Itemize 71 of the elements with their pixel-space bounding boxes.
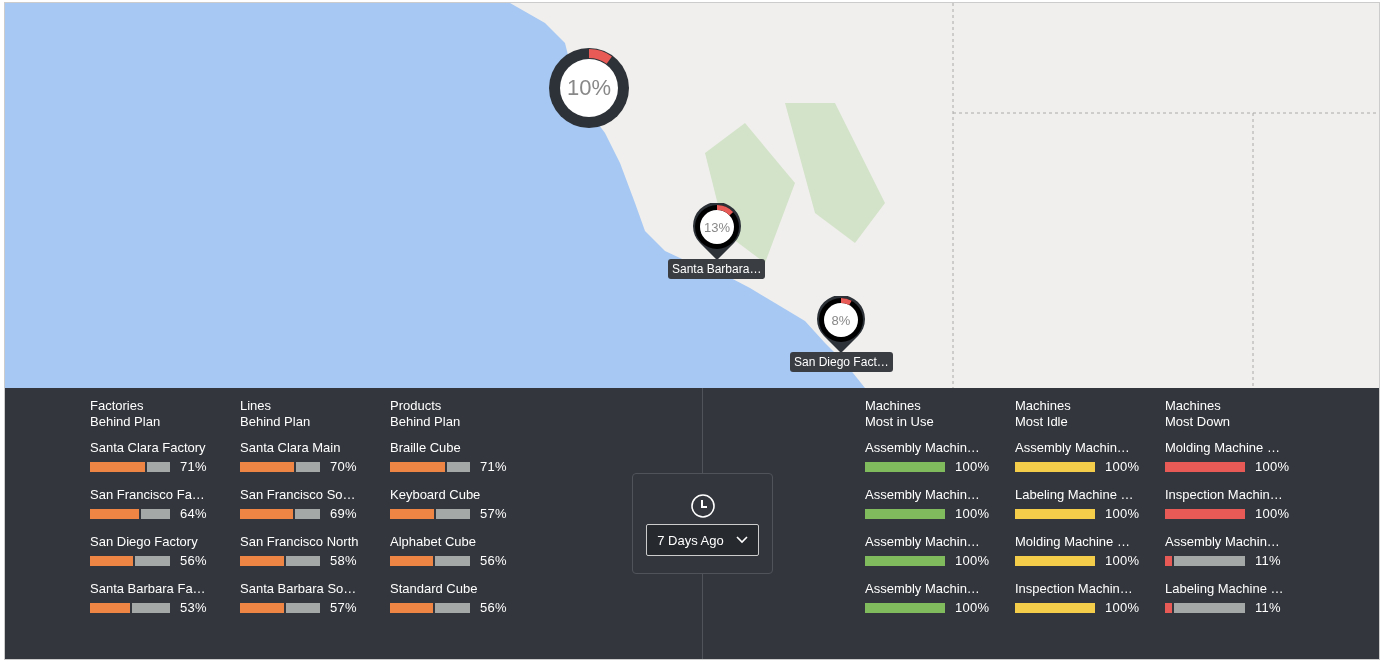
- donut-marker[interactable]: [549, 48, 629, 128]
- item-name[interactable]: Assembly Machin…: [1165, 534, 1280, 550]
- item-name[interactable]: Molding Machine …: [1165, 440, 1280, 456]
- item-name[interactable]: Inspection Machin…: [1165, 487, 1283, 503]
- percentage-text: 13%: [703, 220, 730, 235]
- column-title: Machines: [1165, 398, 1221, 414]
- column-title: Products: [390, 398, 442, 414]
- item-name[interactable]: Inspection Machin…: [1015, 581, 1133, 597]
- percentage-text: 58%: [330, 553, 357, 568]
- item-name[interactable]: Braille Cube: [390, 440, 461, 456]
- item-name[interactable]: Assembly Machin…: [865, 487, 980, 503]
- item-name[interactable]: Santa Clara Main: [240, 440, 341, 456]
- percentage-text: 64%: [180, 506, 207, 521]
- item-name[interactable]: San Diego Factory: [90, 534, 198, 550]
- percentage-text: 70%: [330, 459, 357, 474]
- item-name[interactable]: Assembly Machin…: [865, 440, 980, 456]
- percentage-text: 100%: [955, 459, 990, 474]
- column-subtitle: Behind Plan: [240, 414, 311, 430]
- column-title: Machines: [865, 398, 921, 414]
- item-name[interactable]: Santa Clara Factory: [90, 440, 206, 456]
- column-subtitle: Most in Use: [865, 414, 934, 430]
- percentage-text: 69%: [330, 506, 357, 521]
- marker-label: San Diego Fact…: [790, 352, 893, 372]
- percentage-text: 56%: [480, 600, 507, 615]
- percentage-text: 11%: [1255, 600, 1281, 615]
- percentage-text: 71%: [480, 459, 507, 474]
- percentage-text: 100%: [1105, 506, 1140, 521]
- item-name[interactable]: San Francisco North: [240, 534, 359, 550]
- percentage-text: 71%: [180, 459, 207, 474]
- percentage-text: 11%: [1255, 553, 1281, 568]
- item-name[interactable]: San Francisco So…: [240, 487, 356, 503]
- percentage-text: 100%: [1255, 459, 1290, 474]
- item-name[interactable]: Keyboard Cube: [390, 487, 481, 503]
- column-title: Factories: [90, 398, 144, 414]
- map-pin-marker[interactable]: [692, 203, 741, 260]
- percentage-text: 100%: [1105, 553, 1140, 568]
- column-subtitle: Most Idle: [1015, 414, 1068, 430]
- percentage-text: 8%: [831, 313, 851, 328]
- marker-label: Santa Barbara…: [668, 259, 766, 279]
- clock-icon: [690, 494, 715, 518]
- percentage-text: 100%: [1105, 459, 1140, 474]
- percentage-text: 56%: [180, 553, 207, 568]
- time-range-dropdown[interactable]: 7 Days Ago: [646, 524, 759, 556]
- item-name[interactable]: Santa Barbara Fa…: [90, 581, 206, 597]
- item-name[interactable]: Santa Barbara So…: [240, 581, 357, 597]
- item-name[interactable]: Labeling Machine …: [1015, 487, 1134, 503]
- percentage-text: 57%: [480, 506, 507, 521]
- percentage-text: 56%: [480, 553, 507, 568]
- item-name[interactable]: Assembly Machin…: [1015, 440, 1130, 456]
- column-subtitle: Behind Plan: [90, 414, 161, 430]
- map-pin-marker[interactable]: [817, 296, 866, 353]
- column-subtitle: Most Down: [1165, 414, 1231, 430]
- percentage-text: 57%: [330, 600, 357, 615]
- item-name[interactable]: Labeling Machine …: [1165, 581, 1284, 597]
- percentage-text: 100%: [955, 600, 990, 615]
- percentage-text: 100%: [955, 506, 990, 521]
- percentage-text: 10%: [567, 75, 611, 100]
- item-name[interactable]: Molding Machine …: [1015, 534, 1130, 550]
- column-title: Machines: [1015, 398, 1071, 414]
- column-subtitle: Behind Plan: [390, 414, 461, 430]
- chevron-down-icon: [735, 536, 748, 544]
- item-name[interactable]: Assembly Machin…: [865, 534, 980, 550]
- item-name[interactable]: Assembly Machin…: [865, 581, 980, 597]
- item-name[interactable]: Alphabet Cube: [390, 534, 476, 550]
- percentage-text: 100%: [1105, 600, 1140, 615]
- percentage-text: 53%: [180, 600, 207, 615]
- percentage-text: 100%: [1255, 506, 1290, 521]
- item-name[interactable]: Standard Cube: [390, 581, 478, 597]
- percentage-text: 100%: [955, 553, 990, 568]
- item-name[interactable]: San Francisco Fa…: [90, 487, 205, 503]
- column-title: Lines: [240, 398, 272, 414]
